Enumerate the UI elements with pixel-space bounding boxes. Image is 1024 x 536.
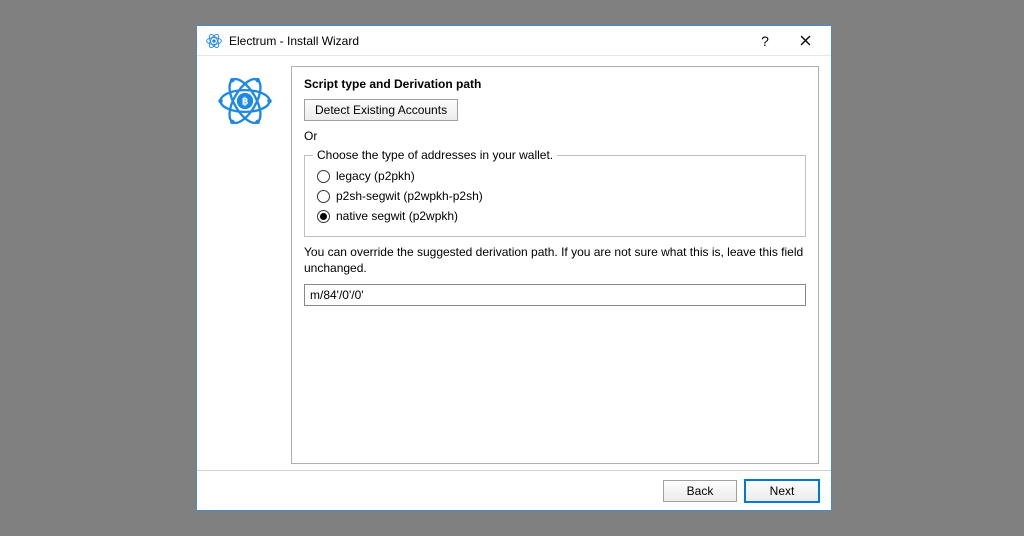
radio-label: legacy (p2pkh) xyxy=(336,169,415,183)
radio-legacy[interactable]: legacy (p2pkh) xyxy=(317,166,793,186)
electrum-logo-icon: ฿ xyxy=(216,72,274,464)
next-button[interactable]: Next xyxy=(745,480,819,502)
close-icon xyxy=(800,35,811,46)
close-button[interactable] xyxy=(785,27,825,55)
window-title: Electrum - Install Wizard xyxy=(229,34,745,48)
svg-text:฿: ฿ xyxy=(242,97,248,108)
radio-label: native segwit (p2wpkh) xyxy=(336,209,458,223)
electrum-app-icon xyxy=(205,32,223,50)
derivation-path-input[interactable] xyxy=(304,284,806,306)
radio-native-segwit[interactable]: native segwit (p2wpkh) xyxy=(317,206,793,226)
fieldset-legend: Choose the type of addresses in your wal… xyxy=(313,148,557,162)
radio-icon-selected xyxy=(317,210,330,223)
radio-label: p2sh-segwit (p2wpkh-p2sh) xyxy=(336,189,483,203)
install-wizard-window: Electrum - Install Wizard ? ฿ xyxy=(196,25,832,511)
back-button[interactable]: Back xyxy=(663,480,737,502)
logo-column: ฿ xyxy=(209,66,281,464)
section-heading: Script type and Derivation path xyxy=(304,77,806,91)
content-panel: Script type and Derivation path Detect E… xyxy=(291,66,819,464)
titlebar: Electrum - Install Wizard ? xyxy=(197,26,831,56)
footer: Back Next xyxy=(197,470,831,510)
radio-icon xyxy=(317,170,330,183)
window-body: ฿ Script type and Derivation path Detect… xyxy=(197,56,831,470)
or-label: Or xyxy=(304,129,806,143)
radio-icon xyxy=(317,190,330,203)
detect-existing-accounts-button[interactable]: Detect Existing Accounts xyxy=(304,99,458,121)
address-type-fieldset: Choose the type of addresses in your wal… xyxy=(304,155,806,237)
derivation-path-hint: You can override the suggested derivatio… xyxy=(304,245,806,276)
help-button[interactable]: ? xyxy=(745,27,785,55)
radio-p2sh-segwit[interactable]: p2sh-segwit (p2wpkh-p2sh) xyxy=(317,186,793,206)
